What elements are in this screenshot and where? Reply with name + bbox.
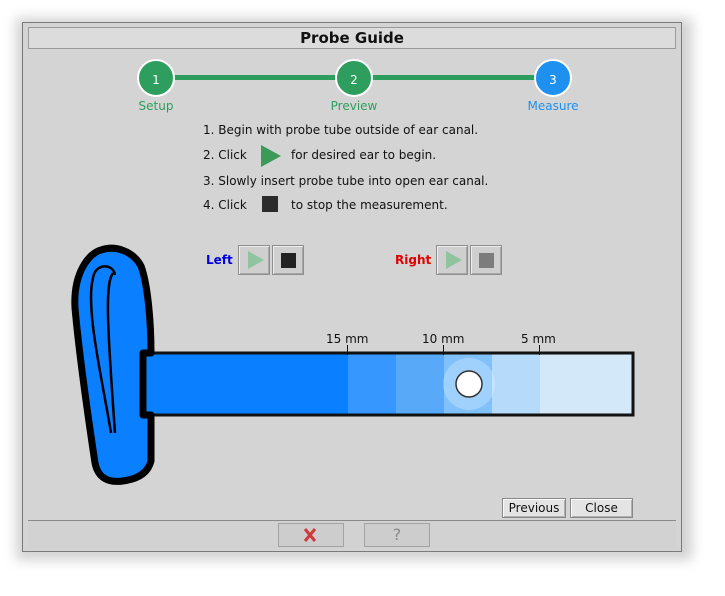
ruler-label-15mm: 15 mm xyxy=(326,332,369,346)
probe-position-marker xyxy=(455,370,483,398)
probe-illustration xyxy=(71,244,635,485)
tube-segment-5 xyxy=(540,353,633,415)
tube-segment-solid xyxy=(143,353,348,415)
bottom-bar xyxy=(28,520,676,549)
ruler-label-5mm: 5 mm xyxy=(521,332,556,346)
tube-segment-4 xyxy=(492,353,540,415)
ruler-label-10mm: 10 mm xyxy=(422,332,465,346)
tube-segment-1 xyxy=(348,353,396,415)
help-button[interactable]: ? xyxy=(364,523,430,547)
ruler-tick xyxy=(539,345,540,355)
ruler-tick xyxy=(347,345,348,355)
close-icon xyxy=(303,528,317,542)
tube-segment-2 xyxy=(396,353,444,415)
probe-handle xyxy=(71,244,155,485)
ruler-tick xyxy=(443,345,444,355)
previous-button[interactable]: Previous xyxy=(502,498,566,518)
probe-guide-dialog: Probe Guide 1 2 3 Setup Preview Measure … xyxy=(22,22,682,552)
cancel-button[interactable] xyxy=(278,523,344,547)
close-button[interactable]: Close xyxy=(570,498,633,518)
